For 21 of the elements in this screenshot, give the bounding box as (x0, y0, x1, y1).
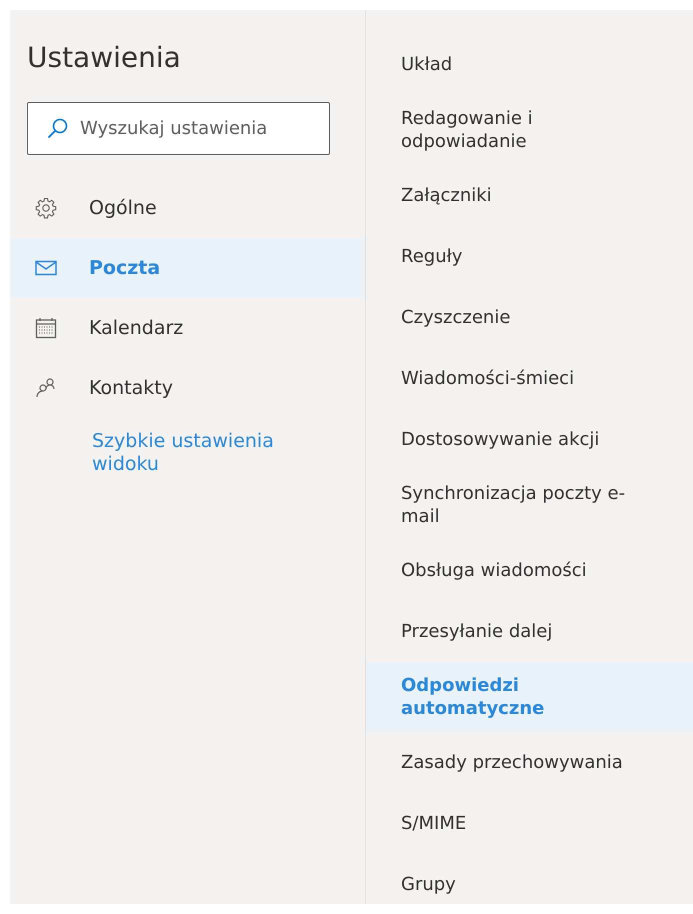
settings-section-item[interactable]: Reguły (366, 226, 693, 287)
calendar-icon (34, 317, 58, 339)
envelope-icon (34, 260, 58, 276)
settings-section-item[interactable]: Obsługa wiadomości (366, 540, 693, 601)
settings-section-item[interactable]: Zasady przechowywania (366, 732, 693, 793)
gear-icon (34, 197, 58, 219)
search-field[interactable]: Wyszukaj ustawienia (27, 102, 330, 155)
settings-section-item[interactable]: Redagowanie i odpowiadanie (366, 95, 693, 165)
nav-item[interactable]: Ogólne (10, 178, 365, 238)
settings-section-item[interactable]: S/MIME (366, 793, 693, 854)
settings-section-item[interactable]: Wiadomości-śmieci (366, 348, 693, 409)
settings-title: Ustawienia (26, 40, 182, 76)
nav-item[interactable]: Kontakty (10, 358, 365, 418)
settings-section-item[interactable]: Synchronizacja poczty e-mail (366, 470, 693, 540)
settings-section-item[interactable]: Układ (366, 34, 693, 95)
settings-section-item[interactable]: Czyszczenie (366, 287, 693, 348)
settings-section-item[interactable]: Grupy (366, 854, 693, 904)
nav-item[interactable]: Kalendarz (10, 298, 365, 358)
settings-section-item[interactable]: Załączniki (366, 165, 693, 226)
settings-section-item[interactable]: Dostosowywanie akcji (366, 409, 693, 470)
settings-section-item[interactable]: Przesyłanie dalej (366, 601, 693, 662)
